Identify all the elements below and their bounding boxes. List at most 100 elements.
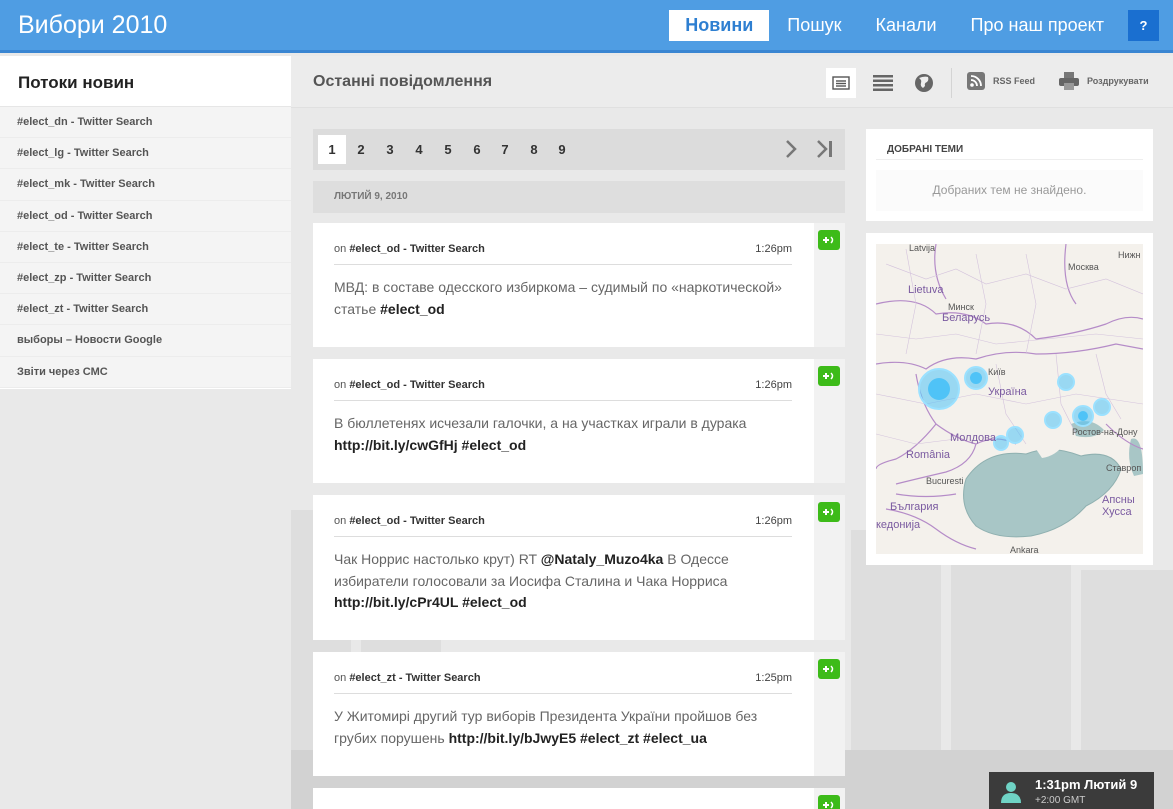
post-source-link[interactable]: #elect_od - Twitter Search — [349, 379, 485, 391]
main-nav: Новини Пошук Канали Про наш проект ? — [667, 10, 1159, 41]
add-to-favorites-button[interactable] — [818, 230, 840, 250]
favorite-topics-empty: Добраних тем не знайдено. — [876, 170, 1143, 211]
post-text-body: В бюллетенях исчезали галочки, а на учас… — [334, 415, 747, 431]
plus-speaker-icon — [823, 236, 834, 244]
map-label: Lietuva — [908, 284, 944, 296]
post-link[interactable]: http://bit.ly/bJwyE5 #elect_zt #elect_ua — [449, 730, 707, 746]
clock-widget[interactable]: 1:31pm Лютий 9 +2:00 GMT — [989, 772, 1154, 809]
rss-feed-button[interactable]: RSS Feed — [967, 72, 1035, 90]
page-7[interactable]: 7 — [491, 135, 519, 164]
compact-view-button[interactable] — [868, 68, 898, 98]
last-page-button[interactable] — [816, 139, 834, 164]
post-source-link[interactable]: #elect_zt - Twitter Search — [349, 672, 480, 684]
clock-timezone: +2:00 GMT — [1035, 795, 1086, 806]
post-action-rail — [814, 359, 845, 483]
post-action-rail — [814, 788, 845, 809]
clock-time: 1:31pm Лютий 9 — [1035, 777, 1138, 792]
page-5[interactable]: 5 — [434, 135, 462, 164]
sidebar-item-elect-zt[interactable]: #elect_zt - Twitter Search — [0, 294, 291, 326]
printer-icon — [1059, 72, 1079, 90]
post-source-link[interactable]: #elect_od - Twitter Search — [349, 243, 485, 255]
post-text-body: Чак Норрис настолько крут) RT — [334, 551, 537, 567]
add-to-favorites-button[interactable] — [818, 795, 840, 809]
sidebar-item-elect-zp[interactable]: #elect_zp - Twitter Search — [0, 262, 291, 295]
post-meta: on #elect_od - Twitter Search 1:26pm — [334, 379, 792, 401]
post-on-label: on — [334, 515, 347, 527]
page-1[interactable]: 1 — [318, 135, 346, 164]
map-view-button[interactable] — [909, 68, 939, 98]
brand-title[interactable]: Вибори 2010 — [18, 11, 167, 40]
post-item: on #elect_zt - Twitter Search 1:25pm У Ж… — [313, 652, 845, 776]
post-on-label: on — [334, 243, 347, 255]
nav-news[interactable]: Новини — [669, 10, 770, 41]
post-link[interactable]: http://bit.ly/cPr4UL #elect_od — [334, 594, 527, 610]
post-content: on #elect_od - Twitter Search 1:26pm Чак… — [313, 495, 813, 640]
post-text: Чак Норрис настолько крут) RT @Nataly_Mu… — [334, 549, 792, 614]
page-8[interactable]: 8 — [520, 135, 548, 164]
map-label: кедонија — [876, 519, 921, 531]
post-mention-link[interactable]: @Nataly_Muzo4ka — [541, 551, 664, 567]
print-button[interactable]: Роздрукувати — [1059, 72, 1149, 90]
next-page-button[interactable] — [784, 139, 798, 164]
list-icon — [832, 76, 850, 90]
date-header: ЛЮТИЙ 9, 2010 — [313, 181, 845, 213]
sidebar-title: Потоки новин — [0, 56, 291, 107]
chevron-right-icon — [786, 140, 797, 158]
post-text: В бюллетенях исчезали галочки, а на учас… — [334, 413, 792, 456]
map-label: Москва — [1068, 262, 1099, 272]
plus-speaker-icon — [823, 508, 834, 516]
nav-channels[interactable]: Канали — [860, 10, 953, 41]
top-bar: Вибори 2010 Новини Пошук Канали Про наш … — [0, 0, 1173, 53]
post-on-label: on — [334, 672, 347, 684]
add-to-favorites-button[interactable] — [818, 502, 840, 522]
post-meta: on #elect_zt - Twitter Search 1:25pm — [334, 672, 792, 694]
sidebar-item-elect-od[interactable]: #elect_od - Twitter Search — [0, 200, 291, 232]
map-label: Ankara — [1010, 545, 1039, 554]
map-label: Бълrария — [890, 501, 939, 513]
post-meta: on #elect_od - Twitter Search 1:26pm — [334, 243, 792, 265]
pagination: 1 2 3 4 5 6 7 8 9 — [313, 129, 845, 170]
page-3[interactable]: 3 — [376, 135, 404, 164]
list-view-button[interactable] — [826, 68, 856, 98]
nav-about[interactable]: Про наш проект — [955, 10, 1120, 41]
plus-speaker-icon — [823, 801, 834, 809]
map-label: Latvija — [909, 244, 936, 253]
add-to-favorites-button[interactable] — [818, 659, 840, 679]
add-to-favorites-button[interactable] — [818, 366, 840, 386]
sidebar-item-elect-lg[interactable]: #elect_lg - Twitter Search — [0, 138, 291, 170]
favorite-topics-title: ДОБРАНІ ТЕМИ — [876, 140, 1143, 160]
globe-icon — [915, 74, 933, 92]
map-label: Bucuresti — [926, 476, 964, 486]
post-source-link[interactable]: #elect_od - Twitter Search — [349, 515, 485, 527]
sidebar-item-sms-reports[interactable]: Звіти через СМС — [0, 356, 291, 388]
help-button[interactable]: ? — [1128, 10, 1159, 41]
map-label: Київ — [988, 367, 1006, 377]
map-label: Молдова — [950, 432, 996, 444]
map-panel: Latvija Москва Нижн Lietuva Минск Белару… — [866, 233, 1153, 565]
page-4[interactable]: 4 — [405, 135, 433, 164]
page-6[interactable]: 6 — [463, 135, 491, 164]
post-item: on #elect_od - Twitter Search 1:26pm Чак… — [313, 495, 845, 640]
post-item: on #elect_od - Twitter Search 1:26pm МВД… — [313, 223, 845, 347]
plus-speaker-icon — [823, 372, 834, 380]
chevron-last-icon — [817, 140, 832, 158]
sidebar-item-elect-dn[interactable]: #elect_dn - Twitter Search — [0, 107, 291, 139]
post-action-rail — [814, 652, 845, 776]
post-meta: on #elect_od - Twitter Search 1:26pm — [334, 515, 792, 537]
page-9[interactable]: 9 — [548, 135, 576, 164]
sidebar-item-elect-mk[interactable]: #elect_mk - Twitter Search — [0, 169, 291, 201]
post-hashtag-link[interactable]: #elect_od — [380, 301, 445, 317]
page-2[interactable]: 2 — [347, 135, 375, 164]
sidebar-item-elect-te[interactable]: #elect_te - Twitter Search — [0, 231, 291, 263]
map-label: Ростов-на-Дону — [1072, 427, 1138, 437]
favorite-topics-panel: ДОБРАНІ ТЕМИ Добраних тем не знайдено. — [866, 129, 1153, 221]
map-label: Україна — [988, 386, 1027, 398]
map-label: Нижн — [1118, 250, 1141, 260]
post-text: У Житомирі другий тур виборів Президента… — [334, 706, 792, 749]
post-content: on #elect_od - Twitter Search 1:26pm МВД… — [313, 223, 813, 347]
nav-search[interactable]: Пошук — [771, 10, 857, 41]
post-time: 1:26pm — [755, 515, 792, 527]
sidebar-item-google-news[interactable]: выборы – Новости Google — [0, 325, 291, 357]
news-map[interactable]: Latvija Москва Нижн Lietuva Минск Белару… — [876, 244, 1143, 554]
post-link[interactable]: http://bit.ly/cwGfHj #elect_od — [334, 437, 526, 453]
